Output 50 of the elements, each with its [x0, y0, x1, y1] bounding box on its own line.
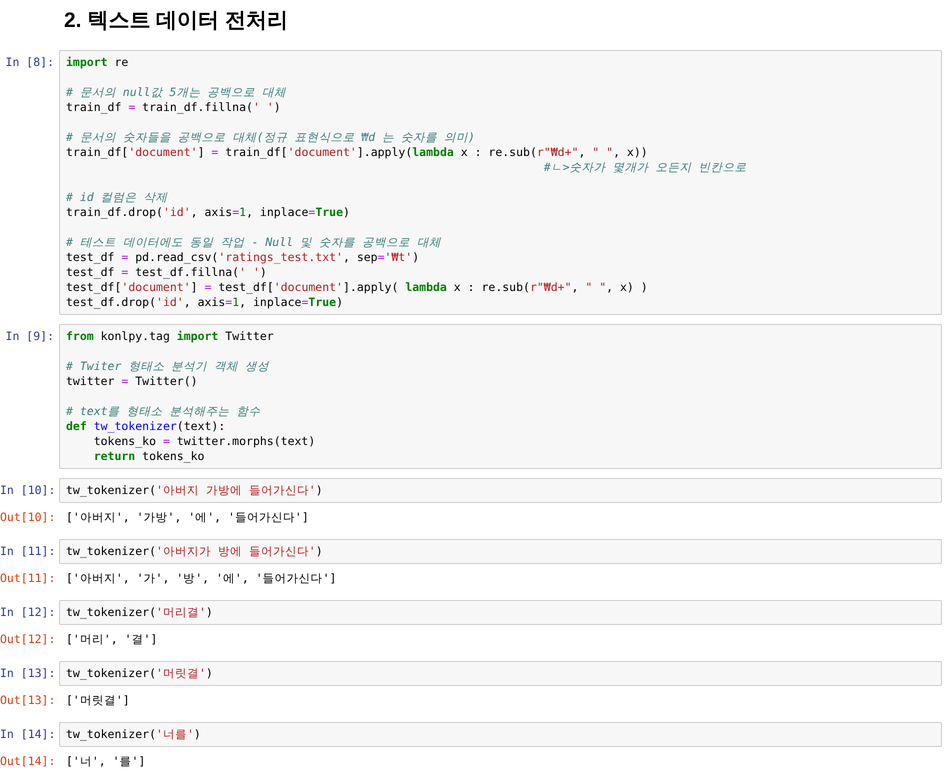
output-text: ['머리', '결'] — [65, 631, 158, 648]
code-input-area[interactable]: tw_tokenizer('너를') — [59, 722, 942, 747]
code-input-area[interactable]: tw_tokenizer('머릿결') — [59, 661, 942, 686]
output-prompt: Out[14]: — [0, 753, 56, 769]
code-line: tokens_ko = twitter.morphs(text) — [92, 434, 316, 449]
output-prompt: Out[10]: — [0, 509, 56, 525]
code-line: tw_tokenizer('머릿결') — [66, 666, 213, 681]
code-line: # text를 형태소 분석해주는 함수 — [66, 404, 260, 419]
code-line: test_df.drop('id', axis=1, inplace=True) — [66, 295, 344, 310]
input-prompt: In [10]: — [0, 482, 56, 498]
output-text: ['아버지', '가방', '에', '들어가신다'] — [65, 509, 310, 526]
code-line: from konlpy.tag import Twitter — [66, 329, 274, 344]
code-line: # 문서의 숫자들을 공백으로 대체(정규 표현식으로 ₩d 는 숫자를 의미) — [66, 130, 475, 145]
code-input-area[interactable] — [59, 50, 942, 315]
code-line: # Twiter 형태소 분석기 객체 생성 — [66, 359, 270, 374]
output-text: ['머릿결'] — [65, 692, 131, 709]
code-input-area[interactable]: from konlpy.tag import Twitter # Twiter 형태소 분석기 객체 생성 twitter = Twitter() # text를 형태소 분석해주는 함수 def tw_tokenizer(text): tokens_ko = twitter.morphs(text) return tokens_ko — [59, 324, 942, 469]
code-input-area[interactable]: tw_tokenizer('아버지가 방에 들어가신다') — [59, 539, 942, 564]
code-line: train_df = train_df.fillna(' ') — [66, 100, 281, 115]
output-prompt: Out[11]: — [0, 570, 56, 586]
section-heading: 2. 텍스트 데이터 전처리 — [63, 8, 288, 34]
code-line: tw_tokenizer('머리결') — [66, 605, 213, 620]
input-prompt: In [11]: — [0, 543, 56, 559]
code-line: return tokens_ko — [92, 449, 204, 464]
code-line: tw_tokenizer('너를') — [66, 727, 201, 742]
output-text: ['너', '를'] — [65, 753, 146, 770]
output-prompt: Out[13]: — [0, 692, 56, 708]
code-input-area[interactable]: tw_tokenizer('아버지 가방에 들어가신다') — [59, 478, 942, 503]
input-prompt: In [14]: — [0, 726, 56, 742]
input-prompt: In [13]: — [0, 665, 56, 681]
code-line: def tw_tokenizer(text): — [66, 419, 226, 434]
output-prompt: Out[12]: — [0, 631, 56, 647]
output-text: ['아버지', '가', '방', '에', '들어가신다'] — [65, 570, 338, 587]
code-line: tw_tokenizer('아버지 가방에 들어가신다') — [66, 483, 323, 498]
code-line: test_df = test_df.fillna(' ') — [66, 265, 267, 280]
code-line: test_df = pd.read_csv('ratings_test.txt', sep='₩t') — [66, 250, 420, 265]
code-line: # 문서의 null값 5개는 공백으로 대체 — [66, 85, 286, 100]
code-line: train_df.drop('id', axis=1, inplace=True) — [66, 205, 350, 220]
input-prompt: In [12]: — [0, 604, 56, 620]
code-line: test_df['document'] = test_df['document'].apply( lambda x : re.sub(r"₩d+", " ", x) ) — [66, 280, 648, 295]
code-line: # id 컬럼은 삭제 — [66, 190, 168, 205]
input-prompt: In [8]: — [4, 54, 55, 70]
code-line: import re — [66, 55, 128, 70]
code-line: #ㄴ>숫자가 몇개가 오든지 빈칸으로 — [542, 160, 746, 175]
code-line: # 테스트 데이터에도 동일 작업 - Null 및 숫자를 공백으로 대체 — [66, 235, 441, 250]
code-line: twitter = Twitter() — [66, 374, 198, 389]
code-line: tw_tokenizer('아버지가 방에 들어가신다') — [66, 544, 323, 559]
code-input-area[interactable]: tw_tokenizer('머리결') — [59, 600, 942, 625]
code-line: train_df['document'] = train_df['document'].apply(lambda x : re.sub(r"₩d+", " ", x)) — [66, 145, 648, 160]
input-prompt: In [9]: — [4, 328, 55, 344]
